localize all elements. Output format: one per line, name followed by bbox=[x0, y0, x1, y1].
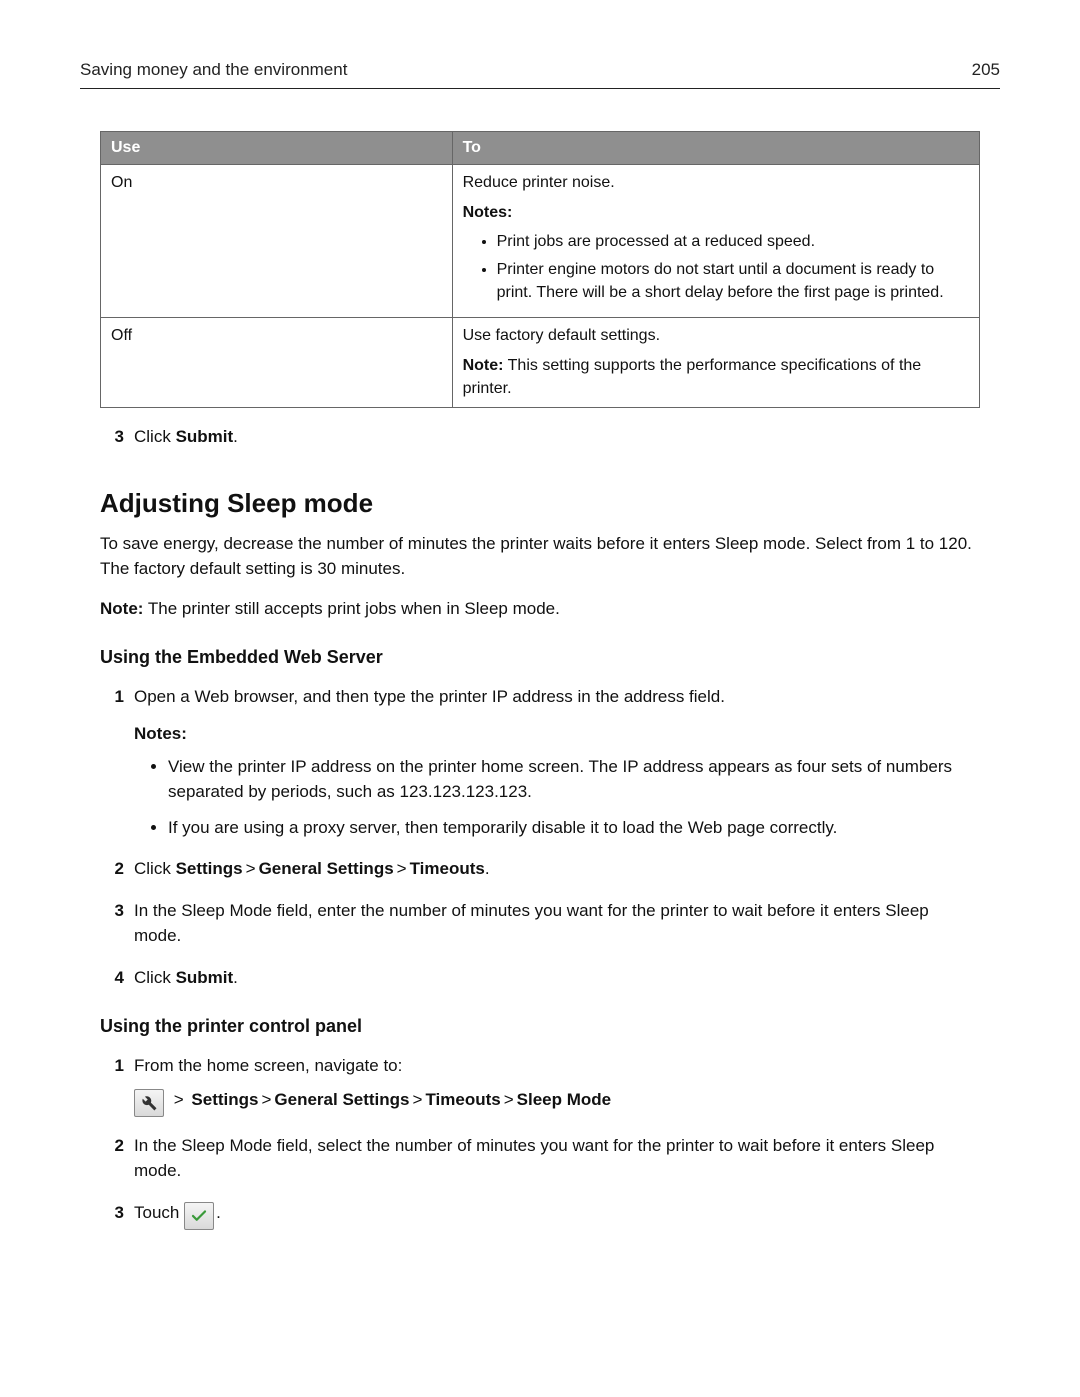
step-body: Click Settings>General Settings>Timeouts… bbox=[134, 856, 980, 882]
ews-step-2: 2 Click Settings>General Settings>Timeou… bbox=[100, 856, 980, 882]
step-body: In the Sleep Mode field, enter the numbe… bbox=[134, 898, 980, 949]
list-item: View the printer IP address on the print… bbox=[168, 754, 980, 805]
list-item: Print jobs are processed at a reduced sp… bbox=[497, 231, 969, 253]
ews-notes: Notes: View the printer IP address on th… bbox=[134, 724, 980, 841]
chevron-sep: > bbox=[171, 1090, 187, 1109]
panel-step-1: 1 From the home screen, navigate to: bbox=[100, 1053, 980, 1079]
step-prefix: Click bbox=[134, 968, 176, 987]
step-number: 3 bbox=[100, 898, 134, 949]
step-suffix: . bbox=[485, 859, 490, 878]
ews-step-3: 3 In the Sleep Mode field, enter the num… bbox=[100, 898, 980, 949]
quiet-mode-table: Use To On Reduce printer noise. Notes: P… bbox=[100, 131, 980, 408]
nav-item: Timeouts bbox=[410, 859, 485, 878]
step-number: 2 bbox=[100, 856, 134, 882]
ews-step-1: 1 Open a Web browser, and then type the … bbox=[100, 684, 980, 710]
th-to: To bbox=[452, 132, 979, 165]
ews-notes-list: View the printer IP address on the print… bbox=[134, 754, 980, 841]
step-prefix: Touch bbox=[134, 1203, 184, 1222]
chevron-sep: > bbox=[394, 859, 410, 878]
step-prefix: Click bbox=[134, 859, 176, 878]
cell-to-off: Use factory default settings. Note: This… bbox=[452, 317, 979, 407]
on-desc: Reduce printer noise. bbox=[463, 174, 615, 191]
step-number: 1 bbox=[100, 1053, 134, 1079]
list-item: If you are using a proxy server, then te… bbox=[168, 815, 980, 841]
step-body: Touch . bbox=[134, 1200, 980, 1230]
step-suffix: . bbox=[233, 427, 238, 446]
step-body: In the Sleep Mode field, select the numb… bbox=[134, 1133, 980, 1184]
note-label: Note: bbox=[100, 599, 143, 618]
th-use: Use bbox=[101, 132, 453, 165]
nav-item: Settings bbox=[191, 1090, 258, 1109]
ews-heading: Using the Embedded Web Server bbox=[100, 647, 980, 668]
off-note-text: This setting supports the performance sp… bbox=[463, 357, 922, 396]
cell-to-on: Reduce printer noise. Notes: Print jobs … bbox=[452, 165, 979, 318]
table-row: On Reduce printer noise. Notes: Print jo… bbox=[101, 165, 980, 318]
chevron-sep: > bbox=[410, 1090, 426, 1109]
nav-item: Timeouts bbox=[425, 1090, 500, 1109]
step-number: 3 bbox=[100, 424, 134, 450]
wrench-icon bbox=[134, 1089, 164, 1117]
content-area: Use To On Reduce printer noise. Notes: P… bbox=[80, 131, 1000, 1230]
step-number: 2 bbox=[100, 1133, 134, 1184]
running-header: Saving money and the environment 205 bbox=[80, 60, 1000, 89]
chevron-sep: > bbox=[501, 1090, 517, 1109]
on-notes-list: Print jobs are processed at a reduced sp… bbox=[463, 231, 969, 304]
page-number: 205 bbox=[972, 60, 1000, 80]
panel-nav-path: > Settings>General Settings>Timeouts>Sle… bbox=[134, 1087, 980, 1117]
chevron-sep: > bbox=[258, 1090, 274, 1109]
cell-use-off: Off bbox=[101, 317, 453, 407]
step-suffix: . bbox=[216, 1203, 221, 1222]
off-desc: Use factory default settings. bbox=[463, 327, 660, 344]
nav-item: Sleep Mode bbox=[517, 1090, 611, 1109]
cell-use-on: On bbox=[101, 165, 453, 318]
note-label: Note: bbox=[463, 357, 504, 374]
nav-item: Settings bbox=[176, 859, 243, 878]
step-body: Open a Web browser, and then type the pr… bbox=[134, 684, 980, 710]
step-submit: 3 Click Submit. bbox=[100, 424, 980, 450]
table-row: Off Use factory default settings. Note: … bbox=[101, 317, 980, 407]
nav-item: General Settings bbox=[274, 1090, 409, 1109]
section-note: Note: The printer still accepts print jo… bbox=[100, 596, 980, 622]
checkmark-icon bbox=[184, 1202, 214, 1230]
step-body: Click Submit. bbox=[134, 424, 980, 450]
notes-label: Notes: bbox=[463, 202, 969, 224]
panel-step-2: 2 In the Sleep Mode field, select the nu… bbox=[100, 1133, 980, 1184]
note-text: The printer still accepts print jobs whe… bbox=[143, 599, 559, 618]
panel-heading: Using the printer control panel bbox=[100, 1016, 980, 1037]
section-heading: Adjusting Sleep mode bbox=[100, 488, 980, 519]
step-suffix: . bbox=[233, 968, 238, 987]
step-body: From the home screen, navigate to: bbox=[134, 1053, 980, 1079]
header-title: Saving money and the environment bbox=[80, 60, 347, 80]
step-body: Click Submit. bbox=[134, 965, 980, 991]
nav-item: General Settings bbox=[259, 859, 394, 878]
nav-path-body: > Settings>General Settings>Timeouts>Sle… bbox=[134, 1087, 980, 1117]
panel-step-3: 3 Touch . bbox=[100, 1200, 980, 1230]
section-intro: To save energy, decrease the number of m… bbox=[100, 531, 980, 582]
list-item: Printer engine motors do not start until… bbox=[497, 259, 969, 304]
page: Saving money and the environment 205 Use… bbox=[0, 0, 1080, 1397]
step-number: 1 bbox=[100, 684, 134, 710]
ews-step-4: 4 Click Submit. bbox=[100, 965, 980, 991]
step-prefix: Click bbox=[134, 427, 176, 446]
notes-title: Notes: bbox=[134, 724, 980, 744]
chevron-sep: > bbox=[243, 859, 259, 878]
table-header-row: Use To bbox=[101, 132, 980, 165]
step-bold: Submit bbox=[176, 427, 234, 446]
step-bold: Submit bbox=[176, 968, 234, 987]
step-number: 3 bbox=[100, 1200, 134, 1230]
step-number: 4 bbox=[100, 965, 134, 991]
